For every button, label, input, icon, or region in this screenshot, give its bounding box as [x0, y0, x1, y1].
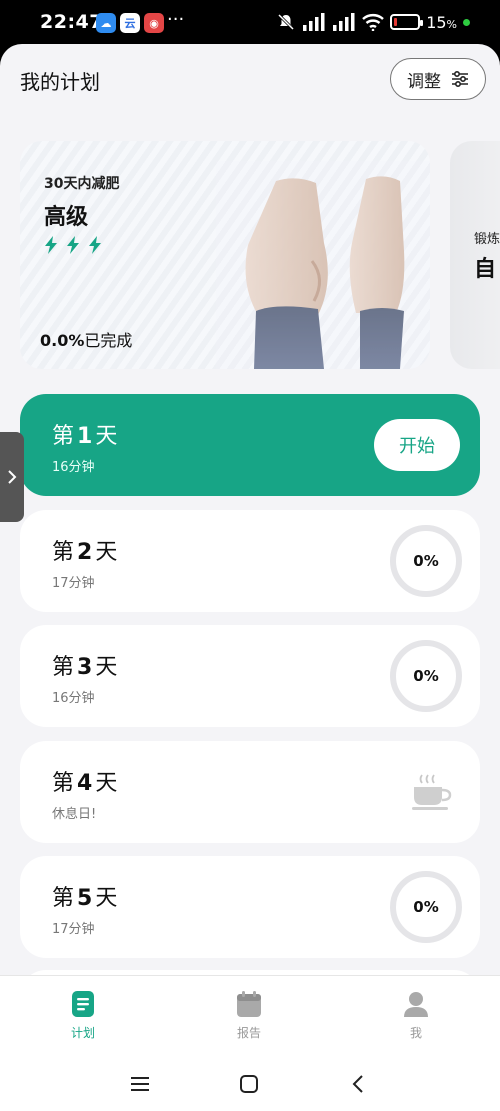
chevron-right-icon: [8, 470, 17, 484]
plan-subtitle: 30天内减肥: [44, 176, 120, 192]
day-duration: 16分钟: [52, 691, 95, 706]
plan-card-next[interactable]: 锻炼 自: [450, 141, 500, 369]
nav-report-label: 报告: [236, 1026, 261, 1040]
plan-document-icon: [72, 991, 94, 1017]
day-card-1[interactable]: 第1天 16分钟 开始: [20, 394, 480, 496]
plan-progress: 0.0%已完成: [40, 331, 133, 350]
day-duration: 17分钟: [52, 922, 95, 937]
adjust-button[interactable]: 调整: [390, 58, 486, 100]
next-plan-title: 自: [474, 257, 497, 282]
header: 我的计划 调整: [0, 44, 500, 124]
lightning-bolt-icon: [67, 236, 79, 254]
day-label: 第4天: [52, 771, 118, 796]
day-label: 第3天: [52, 655, 118, 680]
day-duration: 16分钟: [52, 460, 95, 475]
cloud-sync-icon: 云: [120, 13, 140, 33]
before-after-photo: [216, 161, 430, 369]
side-drawer-handle[interactable]: [0, 432, 24, 522]
lightning-bolt-icon: [45, 236, 57, 254]
plan-level: 高级: [44, 205, 89, 230]
start-button[interactable]: 开始: [374, 419, 460, 471]
charging-dot-icon: [463, 18, 470, 26]
lightning-bolt-icon: [89, 236, 101, 254]
status-time: 22:47: [40, 11, 103, 33]
nav-report[interactable]: 报告: [209, 990, 289, 1041]
wifi-icon: [362, 14, 385, 31]
cloud-app-icon: ☁: [96, 13, 116, 33]
nav-me-label: 我: [409, 1026, 422, 1040]
app-screen: 我的计划 调整 30天内减肥 高级 0.0%已完成 锻炼 自 第 1 天 16分…: [0, 44, 500, 1111]
day-card-3[interactable]: 第3天 16分钟 0%: [20, 625, 480, 727]
day-card-2[interactable]: 第2天 17分钟 0%: [20, 510, 480, 612]
signal-2-icon: [333, 13, 355, 31]
day-card-4[interactable]: 第4天 休息日!: [20, 741, 480, 843]
progress-ring: 0%: [390, 640, 462, 712]
menu-icon[interactable]: [125, 1069, 155, 1099]
bottom-nav: 计划 报告 我: [0, 975, 500, 1055]
day-label: 第2天: [52, 540, 118, 565]
next-plan-subtitle: 锻炼: [474, 232, 500, 247]
adjust-label: 调整: [407, 71, 441, 92]
day-card-5[interactable]: 第5天 17分钟 0%: [20, 856, 480, 958]
system-nav-bar: [0, 1055, 500, 1111]
day-label: 第1天: [52, 424, 118, 449]
more-notifications-icon: ···: [167, 9, 185, 30]
nav-plan-label: 计划: [70, 1026, 95, 1040]
back-icon[interactable]: [343, 1069, 373, 1099]
home-icon[interactable]: [234, 1069, 264, 1099]
day-label: 第5天: [52, 886, 118, 911]
user-icon: [404, 992, 428, 1017]
battery-percent: 15%: [426, 12, 457, 32]
silent-icon: [278, 13, 295, 31]
signal-icon: [303, 13, 325, 31]
progress-ring: 0%: [390, 871, 462, 943]
page-title: 我的计划: [20, 70, 100, 94]
sliders-icon: [452, 71, 468, 87]
coffee-cup-icon: [412, 774, 452, 810]
nav-me[interactable]: 我: [376, 990, 456, 1041]
status-bar: 22:47 ☁ 云 ◉ ··· 15%: [0, 0, 500, 44]
day-duration: 17分钟: [52, 576, 95, 591]
rest-day-label: 休息日!: [52, 807, 97, 822]
calendar-icon: [237, 991, 261, 1017]
battery-icon: [390, 14, 424, 30]
nav-plan[interactable]: 计划: [43, 990, 123, 1041]
intensity-bolts: [42, 235, 104, 255]
progress-ring: 0%: [390, 525, 462, 597]
plan-card-weight-loss[interactable]: 30天内减肥 高级 0.0%已完成: [20, 141, 430, 369]
app-icon: ◉: [144, 13, 164, 33]
